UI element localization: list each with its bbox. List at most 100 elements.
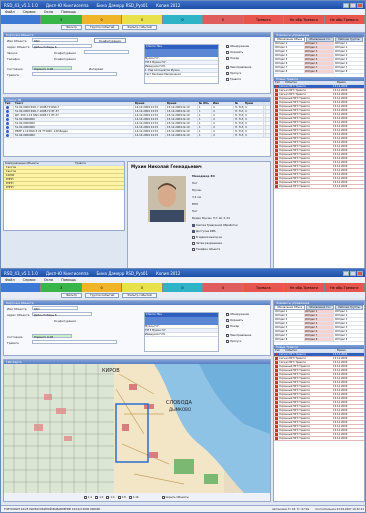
alarm-icon (275, 125, 278, 128)
menu-file[interactable]: Файл (5, 10, 15, 14)
zoom-1[interactable]: 1:1 (84, 495, 92, 499)
menu-windows[interactable]: Окна (44, 10, 53, 14)
status-segment[interactable]: 0 (81, 15, 123, 24)
check-guard[interactable]: Охранять (226, 319, 243, 322)
status-segment[interactable]: Не обр.Тревоги (284, 283, 325, 292)
status-segment[interactable] (1, 283, 42, 292)
menu-service[interactable]: Сервис (23, 10, 36, 14)
control-cell: #Отдел 5 (335, 326, 348, 329)
minimize-button[interactable] (343, 270, 349, 276)
zoom-16[interactable]: 1:16 (128, 495, 139, 499)
object-name-field[interactable]: RSD (32, 38, 78, 43)
table-cell: 4 (244, 118, 264, 121)
option-permission[interactable]: Затем разрешение (192, 242, 222, 245)
alarm-text: Охранный МГЗ Тревоги (279, 165, 310, 168)
settings-row[interactable]: РПНН (4, 186, 124, 190)
check-alarm[interactable]: Тревога (226, 78, 241, 81)
alarm-icon (275, 121, 278, 124)
status-segment[interactable]: Тревога (243, 283, 285, 292)
address-field[interactable]: Дёбин Победы 8 (32, 44, 92, 49)
config-button[interactable]: Конфигурация (94, 38, 126, 43)
event-filter-button[interactable]: Фильтр событий (122, 24, 157, 30)
person-item[interactable]: Тест Реклама Малинченко (145, 73, 218, 77)
alarm-field[interactable] (32, 72, 117, 76)
status-segment[interactable]: 0 (203, 283, 244, 292)
check-fire[interactable]: Пожар (226, 325, 239, 328)
control-row[interactable]: #Отдел 8 #Отдел 8 #Отдел 8 (274, 70, 364, 74)
status-segment[interactable]: 3 (41, 283, 82, 292)
status-segment[interactable]: 0 (81, 283, 123, 292)
address-field[interactable]: Дёбин Победы 8 (32, 312, 92, 317)
alarm-icon (275, 417, 278, 420)
close-button[interactable] (357, 2, 363, 8)
table-cell: 4 (212, 134, 234, 137)
control-cell: #Отдел 8 (275, 338, 288, 341)
zoom-2[interactable]: 1:2 (95, 495, 103, 499)
control-cell: #Отдел 4 (335, 54, 348, 57)
check-pass[interactable]: Пропуск (226, 340, 241, 343)
table-cell (264, 130, 266, 133)
maximize-button[interactable] (350, 2, 356, 8)
status-segment[interactable] (1, 15, 42, 24)
alarm-time: 13.12.2009 (333, 129, 348, 132)
phone-label: Телефон (7, 57, 20, 61)
event-filter-button[interactable]: Фильтр событий (122, 292, 157, 298)
table-row[interactable]: 51.02.0000000 14.12.2009 14:15 15.12.2009 … (4, 134, 270, 138)
check-fire[interactable]: Пожар (226, 57, 239, 60)
menu-help[interactable]: Помощь (61, 10, 76, 14)
status-segment[interactable]: 0 (122, 15, 163, 24)
alarm-row[interactable]: Охранный МГЗ Тревоги 13.12.2009 (274, 437, 364, 441)
gis-map[interactable]: КИРОВ СЛОБОДА ДЫМКОВО (4, 364, 270, 493)
status-segment[interactable]: Не обр.Тревоги (284, 15, 325, 24)
status-segment[interactable]: Не обр.Тревоги (324, 283, 365, 292)
alarm-row[interactable]: Охранный МГЗ Тревоги 13.12.2009 (274, 185, 364, 189)
table-cell (264, 110, 266, 113)
filter-button[interactable]: Фильтр (61, 24, 83, 30)
window-title-part-2: Бина Дамерр RSD_Руз01 (96, 270, 149, 276)
menu-file[interactable]: Файл (5, 278, 15, 282)
check-detect[interactable]: Обнаружение (226, 45, 249, 48)
table-cell (264, 106, 266, 109)
status-segment[interactable]: 0 (203, 15, 244, 24)
check-fault[interactable]: Неисправление (226, 66, 251, 69)
status-segment[interactable]: Тревога (243, 15, 285, 24)
alarm-text: Охранный МГЗ Тревоги (279, 377, 310, 380)
menu-windows[interactable]: Окна (44, 278, 53, 282)
menu-help[interactable]: Помощь (61, 278, 76, 282)
status-segment[interactable]: 3 (41, 15, 82, 24)
check-fault[interactable]: Неисправление (226, 334, 251, 337)
settings-panel: Коммунальные Объекты Тревога Газ-Газ Газ-… (3, 161, 125, 231)
filter-button[interactable]: Фильтр (61, 292, 83, 298)
alarm-field[interactable] (32, 340, 117, 344)
zoom-4[interactable]: 1:4 (106, 495, 115, 499)
status-segment[interactable]: Не обр.Тревоги (324, 15, 365, 24)
table-cell: Э. 7131 (235, 118, 244, 121)
option-phone[interactable]: Телефон объекта (192, 248, 220, 251)
check-pass[interactable]: Пропуск (226, 72, 241, 75)
zoom-8[interactable]: 1:8 (117, 495, 126, 499)
person-item[interactable]: Ивашуков Н.Ю. (145, 333, 218, 337)
maximize-button[interactable] (350, 270, 356, 276)
conf-field[interactable] (84, 50, 129, 54)
control-row[interactable]: #Отдел 8 #Отдел 8 #Отдел 8 (274, 338, 364, 342)
event-group-button[interactable]: Группа Событий (85, 292, 120, 298)
check-guard[interactable]: Охранять (226, 51, 243, 54)
object-name-field[interactable]: RSD (32, 306, 78, 311)
menu-service[interactable]: Сервис (23, 278, 36, 282)
option-panic[interactable]: Кнопка Тревожной Обработки (192, 224, 238, 227)
conf-label: Конфигурация (54, 51, 76, 55)
hide-objects-checkbox[interactable]: Скрыть Объекты (161, 495, 189, 499)
event-group-button[interactable]: Группа Событий (85, 24, 120, 30)
camera-dot-icon (6, 122, 9, 125)
option-rms[interactable]: Доступна RMS (192, 230, 216, 233)
close-button[interactable] (357, 270, 363, 276)
option-exit[interactable]: В здании выход на (192, 236, 222, 239)
status-segment[interactable]: 0 (162, 15, 204, 24)
alarm-time: 13.12.2009 (333, 149, 348, 152)
status-segment[interactable]: 0 (122, 283, 163, 292)
alarm-text: Охранный МГЗ Тревоги (279, 105, 310, 108)
minimize-button[interactable] (343, 2, 349, 8)
table-cell: 4 (212, 106, 234, 109)
status-segment[interactable]: 0 (162, 283, 204, 292)
check-detect[interactable]: Обнаружение (226, 313, 249, 316)
